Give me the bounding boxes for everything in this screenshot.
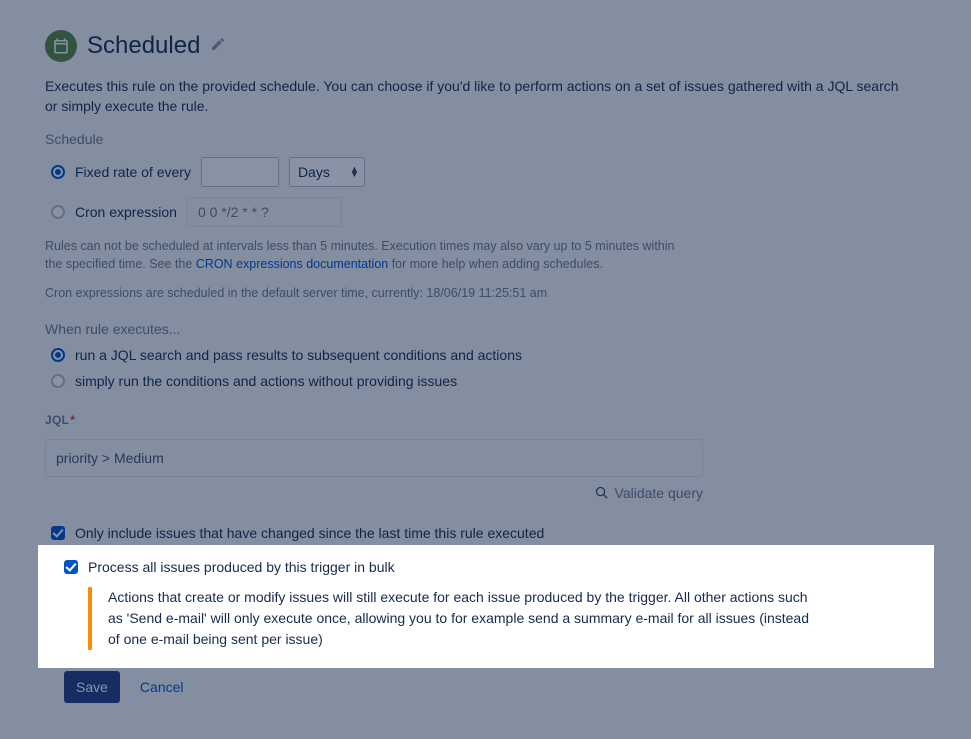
fixed-rate-radio[interactable] [51, 165, 65, 179]
schedule-note-1: Rules can not be scheduled at intervals … [45, 237, 685, 275]
execute-label: When rule executes... [45, 321, 926, 337]
bulk-info-text: Actions that create or modify issues wil… [108, 587, 818, 650]
save-button[interactable]: Save [64, 671, 120, 703]
page-title: Scheduled [87, 32, 200, 60]
cron-radio[interactable] [51, 205, 65, 219]
simple-option-label: simply run the conditions and actions wi… [75, 373, 457, 389]
only-changed-label: Only include issues that have changed si… [75, 525, 544, 541]
cancel-button[interactable]: Cancel [140, 679, 184, 695]
bulk-option-panel: Process all issues produced by this trig… [38, 545, 934, 668]
schedule-label: Schedule [45, 131, 926, 147]
description: Executes this rule on the provided sched… [45, 76, 905, 117]
jql-option-label: run a JQL search and pass results to sub… [75, 347, 522, 363]
process-bulk-label: Process all issues produced by this trig… [88, 559, 395, 575]
schedule-note-2: Cron expressions are scheduled in the de… [45, 284, 685, 303]
edit-icon[interactable] [210, 36, 226, 57]
jql-option-radio[interactable] [51, 348, 65, 362]
fixed-rate-input[interactable] [201, 157, 279, 187]
jql-input[interactable]: priority > Medium [45, 439, 703, 477]
scheduled-icon [45, 30, 77, 62]
process-bulk-checkbox[interactable] [64, 560, 78, 574]
simple-option-radio[interactable] [51, 374, 65, 388]
info-accent-bar [88, 587, 92, 650]
validate-query-link[interactable]: Validate query [615, 485, 703, 501]
search-icon [594, 485, 609, 500]
cron-input[interactable] [187, 197, 342, 227]
select-chevrons-icon: ▲▼ [350, 167, 359, 177]
jql-label: JQL* [45, 413, 75, 427]
cron-label: Cron expression [75, 204, 177, 220]
only-changed-checkbox[interactable] [51, 526, 65, 540]
fixed-rate-label: Fixed rate of every [75, 164, 191, 180]
cron-doc-link[interactable]: CRON expressions documentation [196, 257, 388, 271]
